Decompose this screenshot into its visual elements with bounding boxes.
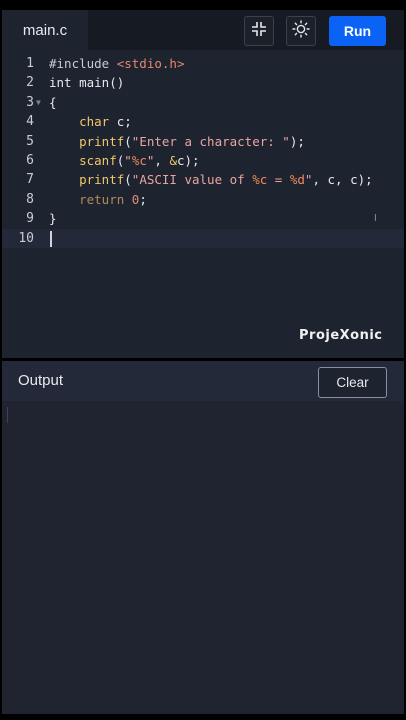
console-cursor: [7, 407, 8, 423]
editor-panel: main.c Run 1 #include <stdio.h> 2 int ma…: [2, 10, 404, 358]
run-button[interactable]: Run: [329, 16, 386, 46]
code-line: 8 return 0;: [2, 190, 404, 209]
line-number: 9: [26, 211, 34, 227]
code-line: 4 char c;: [2, 112, 404, 131]
output-panel: Output Clear: [2, 361, 404, 714]
line-number: 10: [18, 230, 34, 246]
line-number: 3: [26, 94, 34, 110]
line-number: 7: [26, 172, 34, 188]
collapse-button[interactable]: [244, 16, 274, 46]
collapse-icon: [251, 21, 267, 42]
code-line: 3 ▼ {: [2, 93, 404, 112]
line-number: 6: [26, 152, 34, 168]
line-number: 8: [26, 191, 34, 207]
output-title: Output: [18, 372, 64, 389]
line-number: 2: [26, 75, 34, 91]
tab-main-c[interactable]: main.c: [2, 10, 88, 50]
code-line: 2 int main(): [2, 73, 404, 92]
code-line: 1 #include <stdio.h>: [2, 54, 404, 73]
output-console[interactable]: [2, 401, 404, 714]
watermark-logo: ProjeXonic: [299, 328, 383, 343]
sun-icon: [292, 19, 310, 43]
code-line: 9 }: [2, 209, 404, 228]
mouse-ibeam-icon: I: [374, 213, 377, 224]
editor-toolbar: main.c Run: [2, 10, 404, 50]
app-frame: main.c Run 1 #include <stdio.h> 2 int ma…: [0, 0, 406, 720]
code-line: 7 printf("ASCII value of %c = %d", c, c)…: [2, 170, 404, 189]
fold-arrow-icon[interactable]: ▼: [36, 93, 41, 112]
clear-button[interactable]: Clear: [318, 367, 387, 398]
line-number: 4: [26, 114, 34, 130]
line-number: 5: [26, 133, 34, 149]
code-line: 6 scanf("%c", &c);: [2, 151, 404, 170]
text-cursor: [50, 230, 52, 247]
output-header: Output Clear: [2, 361, 404, 401]
code-line-active: 10: [2, 228, 404, 248]
line-number: 1: [26, 56, 34, 71]
code-editor[interactable]: 1 #include <stdio.h> 2 int main() 3 ▼ { …: [2, 54, 404, 248]
theme-toggle-button[interactable]: [286, 16, 316, 46]
code-line: 5 printf("Enter a character: ");: [2, 132, 404, 151]
